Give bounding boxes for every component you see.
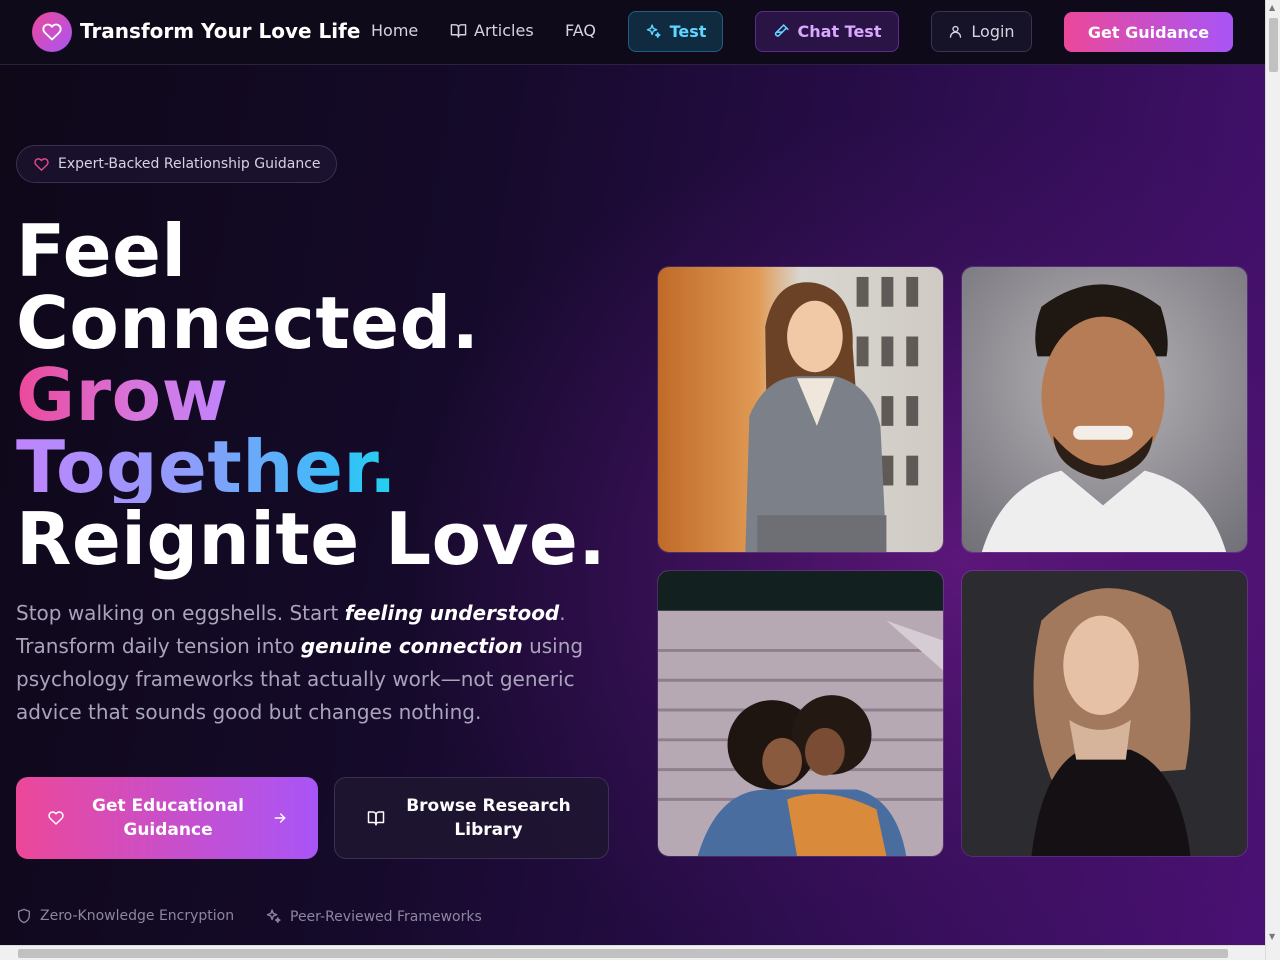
trust-encryption-label: Zero-Knowledge Encryption <box>40 908 235 924</box>
headline-line-4: Together. <box>16 425 397 509</box>
subtitle-emphasis-1: feeling understood <box>344 601 560 625</box>
heart-icon <box>42 23 62 41</box>
login-button-label: Login <box>971 22 1015 41</box>
trust-frameworks-label: Peer-Reviewed Frameworks <box>290 908 482 925</box>
shield-icon <box>18 908 30 924</box>
nav-articles-label: Articles <box>474 21 534 40</box>
test-button[interactable]: Test <box>628 11 723 52</box>
book-open-icon <box>367 811 385 826</box>
headline-line-1: Feel <box>16 209 187 293</box>
login-button[interactable]: Login <box>931 11 1032 52</box>
landing-page: Transform Your Love Life Home Articles F… <box>0 0 1280 960</box>
arrow-right-icon <box>274 813 286 823</box>
headline-line-2: Connected. <box>16 281 480 365</box>
heart-icon <box>34 157 49 171</box>
photo-smiling-man <box>961 266 1248 553</box>
get-guidance-button[interactable]: Get Guidance <box>1064 12 1233 52</box>
vertical-scroll-thumb[interactable] <box>1269 18 1278 72</box>
test-button-label: Test <box>669 22 707 41</box>
headline-line-5: Reignite Love. <box>16 497 607 581</box>
photo-woman-blazer <box>657 266 944 553</box>
sparkles-icon <box>646 24 661 38</box>
subtitle-emphasis-2: genuine connection <box>300 634 523 658</box>
subtitle-part-1: Stop walking on eggshells. Start <box>16 601 345 625</box>
trust-item-frameworks: Peer-Reviewed Frameworks <box>265 908 482 925</box>
trust-item-encryption: Zero-Knowledge Encryption <box>16 908 234 924</box>
vertical-scrollbar[interactable]: ▲ ▼ <box>1265 0 1280 960</box>
top-nav: Transform Your Love Life Home Articles F… <box>0 0 1265 65</box>
nav-faq[interactable]: FAQ <box>565 21 596 40</box>
chat-test-button[interactable]: Chat Test <box>755 11 899 52</box>
get-educational-guidance-button[interactable]: Get Educational Guidance <box>16 777 318 859</box>
nav-home-label: Home <box>371 21 419 40</box>
scroll-up-arrow-icon[interactable]: ▲ <box>1269 3 1275 12</box>
headline-line-3: Grow <box>16 353 229 437</box>
book-open-icon <box>450 24 467 38</box>
brand-name[interactable]: Transform Your Love Life <box>80 19 360 43</box>
scroll-down-arrow-icon[interactable]: ▼ <box>1269 932 1275 941</box>
hero-badge: Expert-Backed Relationship Guidance <box>16 145 337 183</box>
photo-couple-embrace <box>657 570 944 857</box>
nav-home[interactable]: Home <box>371 21 418 40</box>
chat-test-button-label: Chat Test <box>797 22 882 41</box>
heart-icon <box>48 811 64 825</box>
logo[interactable] <box>32 12 72 52</box>
get-educational-guidance-label: Get Educational Guidance <box>92 796 244 840</box>
browse-research-library-button[interactable]: Browse Research Library <box>334 777 609 859</box>
nav-articles[interactable]: Articles <box>450 21 534 40</box>
horizontal-scroll-thumb[interactable] <box>18 949 1228 958</box>
hero-subtitle: Stop walking on eggshells. Start feeling… <box>16 597 606 729</box>
test-tube-icon <box>774 24 789 37</box>
photo-woman-portrait <box>961 570 1248 857</box>
horizontal-scrollbar[interactable] <box>0 945 1265 960</box>
hero-badge-label: Expert-Backed Relationship Guidance <box>58 156 321 172</box>
sparkles-icon <box>266 909 281 923</box>
browse-research-library-label: Browse Research Library <box>406 796 571 840</box>
nav-faq-label: FAQ <box>565 21 596 40</box>
user-icon <box>950 25 962 38</box>
